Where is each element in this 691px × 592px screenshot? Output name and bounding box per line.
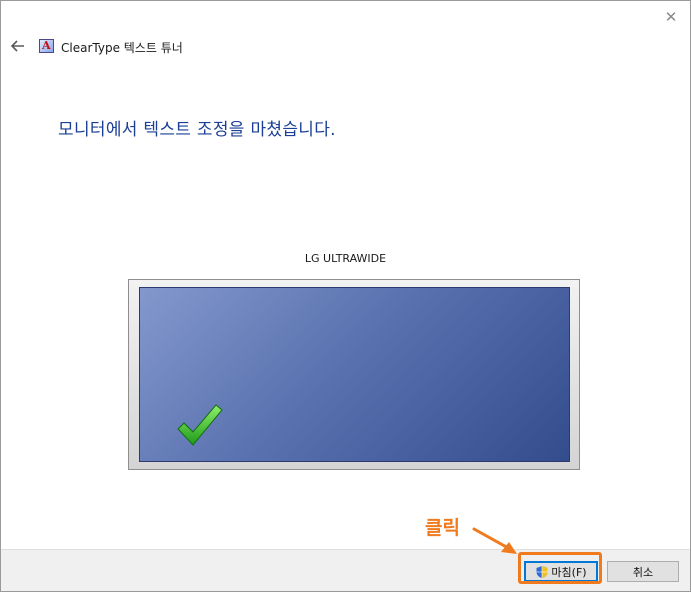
window-title: ClearType 텍스트 튜너 (61, 41, 183, 55)
annotation-click-label: 클릭 (425, 517, 460, 539)
monitor-name-label: LG ULTRAWIDE (304, 252, 387, 265)
monitor-frame (128, 279, 580, 470)
annotation-arrow-icon (470, 525, 522, 563)
checkmark-icon (176, 403, 224, 451)
cleartype-app-icon: A (39, 39, 54, 53)
page-heading: 모니터에서 텍스트 조정을 마쳤습니다. (58, 120, 336, 140)
monitor-screen (139, 287, 570, 462)
cancel-button[interactable]: 취소 (607, 561, 679, 582)
app-icon-letter: A (42, 39, 51, 52)
close-icon[interactable]: ✕ (658, 5, 684, 29)
annotation-highlight-box (518, 552, 602, 584)
cleartype-tuner-window: ✕ A ClearType 텍스트 튜너 모니터에서 텍스트 조정을 마쳤습니다… (0, 0, 691, 592)
back-arrow-icon[interactable] (9, 37, 27, 55)
cancel-button-label: 취소 (632, 565, 654, 579)
